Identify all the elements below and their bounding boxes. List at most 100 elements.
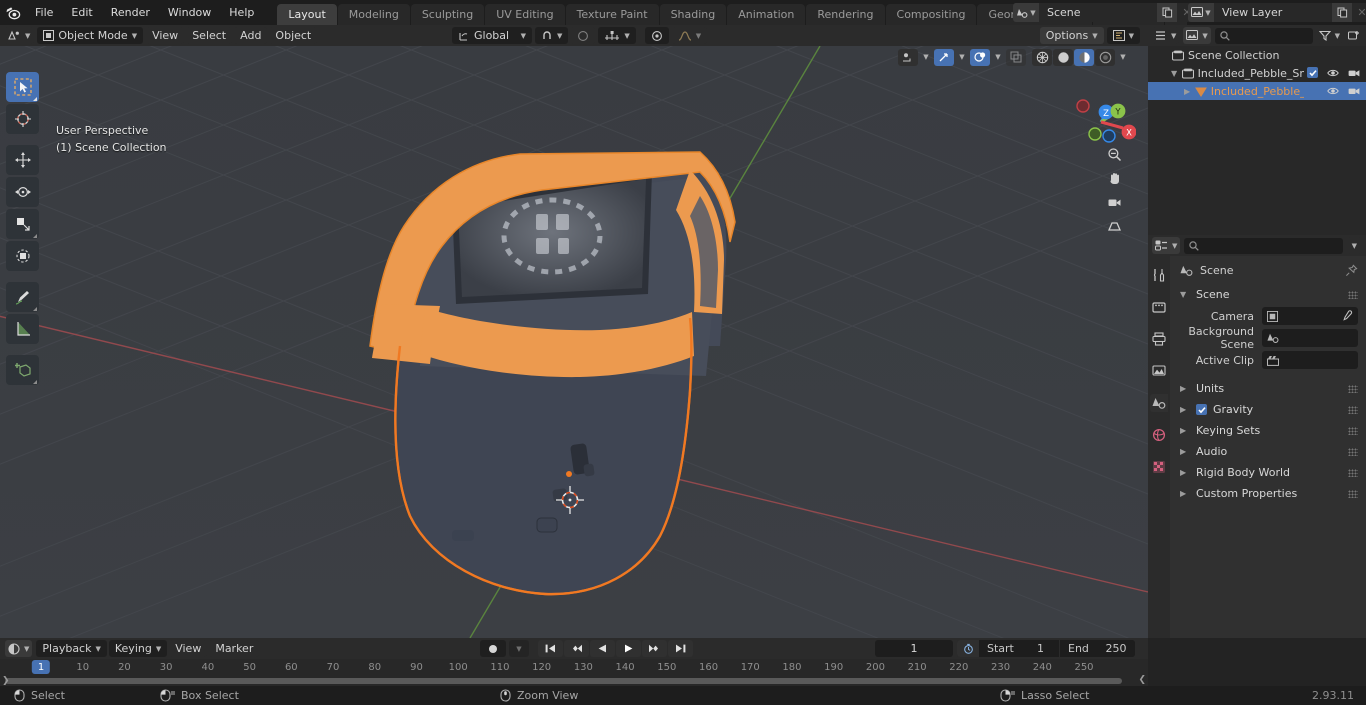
visibility-dropdown-icon[interactable]: ▼ xyxy=(920,49,932,66)
timeline-menu-marker[interactable]: Marker xyxy=(209,640,260,657)
outliner-row[interactable]: ▶ Included_Pebble_Smart_\ xyxy=(1148,82,1366,100)
gizmo-icon[interactable] xyxy=(934,48,954,66)
viewport-menu-view[interactable]: View xyxy=(146,27,185,44)
workspace-tab-shading[interactable]: Shading xyxy=(659,4,727,25)
prev-keyframe-icon[interactable] xyxy=(564,640,589,657)
x-icon[interactable]: ✕ xyxy=(1352,3,1366,22)
shading-dropdown-icon[interactable]: ▼ xyxy=(1117,49,1129,66)
workspace-tab-uv-editing[interactable]: UV Editing xyxy=(485,4,565,25)
menu-file[interactable]: File xyxy=(26,3,62,22)
eyedropper-icon[interactable] xyxy=(1341,310,1353,322)
duplicate-icon[interactable] xyxy=(1332,3,1352,22)
workspace-tab-modeling[interactable]: Modeling xyxy=(337,4,410,25)
output-printer-tab[interactable] xyxy=(1150,330,1168,348)
outliner-checkbox[interactable] xyxy=(1307,67,1318,80)
timeline-menu-view[interactable]: View xyxy=(169,640,208,657)
workspace-tab-animation[interactable]: Animation xyxy=(727,4,806,25)
render-camera-tab[interactable] xyxy=(1150,298,1168,316)
properties-editor-icon[interactable]: ▼ xyxy=(1152,237,1181,254)
viewport-options-icon[interactable]: ▼ xyxy=(1106,27,1140,44)
timeline-menu-playback[interactable]: Playback ▼ xyxy=(36,640,107,657)
camera-icon[interactable] xyxy=(1348,86,1360,96)
world-tab[interactable] xyxy=(1150,426,1168,444)
visibility-icon[interactable] xyxy=(898,48,918,66)
workspace-tab-sculpting[interactable]: Sculpting xyxy=(410,4,485,25)
cursor-tool[interactable] xyxy=(6,104,39,134)
shading-mode-wireframe[interactable] xyxy=(1032,48,1052,66)
view-layer-tab[interactable] xyxy=(1150,362,1168,380)
panel-gravity[interactable]: ▶ Gravity xyxy=(1170,399,1366,420)
property-field-active-clip[interactable] xyxy=(1262,351,1358,369)
panel-custom-properties[interactable]: ▶ Custom Properties xyxy=(1170,483,1366,504)
panel-keying-sets[interactable]: ▶ Keying Sets xyxy=(1170,420,1366,441)
chevron-right-icon[interactable]: ▶ xyxy=(1184,87,1191,96)
pin-icon[interactable] xyxy=(1345,264,1358,277)
start-frame-field[interactable]: Start 1 xyxy=(979,640,1059,657)
filter-icon[interactable]: ▼ xyxy=(1316,27,1342,44)
scroll-right-arrow-icon[interactable]: ❮ xyxy=(1138,675,1146,685)
falloff-curve-icon[interactable]: ▼ xyxy=(671,27,708,44)
panel-checkbox[interactable] xyxy=(1196,404,1207,415)
chevron-right-icon[interactable]: ▶ xyxy=(1180,405,1190,414)
chevron-down-icon[interactable]: ▼ xyxy=(1171,69,1178,78)
transform-tool[interactable] xyxy=(6,241,39,271)
duplicate-icon[interactable] xyxy=(1157,3,1177,22)
eye-icon[interactable] xyxy=(1327,86,1339,96)
timeline-editor-icon[interactable]: ▼ xyxy=(5,640,33,657)
view-layer-icon[interactable]: ▼ xyxy=(1188,3,1214,22)
shading-mode-rendered[interactable] xyxy=(1095,48,1115,66)
ortho-persp-icon[interactable] xyxy=(1104,216,1124,236)
gizmo-dropdown-icon[interactable]: ▼ xyxy=(956,49,968,66)
scene-selector[interactable]: ▼ Scene ✕ xyxy=(1013,3,1197,22)
scene-name-field[interactable]: Scene xyxy=(1039,3,1157,22)
options-button[interactable]: Options ▼ xyxy=(1039,27,1104,44)
menu-render[interactable]: Render xyxy=(102,3,159,22)
proportional-falloff-toggle[interactable] xyxy=(644,27,669,44)
viewlayer-selector[interactable]: ▼ View Layer ✕ xyxy=(1188,3,1366,22)
menu-window[interactable]: Window xyxy=(159,3,220,22)
editor-type-icon[interactable]: ▼ xyxy=(4,27,35,44)
property-field-background-scene[interactable] xyxy=(1262,329,1358,347)
texture-tab[interactable] xyxy=(1150,458,1168,476)
viewport-menu-select[interactable]: Select xyxy=(186,27,233,44)
record-dropdown-icon[interactable]: ▼ xyxy=(509,640,529,657)
shading-mode-material-preview[interactable] xyxy=(1074,48,1094,66)
panel-rigid-body-world[interactable]: ▶ Rigid Body World xyxy=(1170,462,1366,483)
camera-icon[interactable] xyxy=(1104,192,1124,212)
menu-edit[interactable]: Edit xyxy=(62,3,101,22)
workspace-tab-rendering[interactable]: Rendering xyxy=(806,4,885,25)
chevron-down-icon[interactable]: ▼ xyxy=(1180,290,1190,299)
viewlayer-name-field[interactable]: View Layer xyxy=(1214,3,1332,22)
viewport-menu-object[interactable]: Object xyxy=(269,27,318,44)
panel-units[interactable]: ▶ Units xyxy=(1170,378,1366,399)
outliner-filter-mode-icon[interactable]: ▼ xyxy=(1183,27,1211,44)
menu-help[interactable]: Help xyxy=(220,3,263,22)
play-reverse-icon[interactable] xyxy=(590,640,615,657)
current-frame-field[interactable]: 1 xyxy=(875,640,953,657)
scene-panel-header[interactable]: ▼ Scene xyxy=(1170,285,1366,304)
move-tool[interactable] xyxy=(6,145,39,175)
property-field-camera[interactable] xyxy=(1262,307,1358,325)
3d-viewport[interactable]: User Perspective (1) Scene Collection Z … xyxy=(0,46,1148,638)
timeline-ruler[interactable]: 10 20 30 40 50 60 70 80 90 100 110 120 130 140 150 160 1… xyxy=(0,659,1148,686)
eye-icon[interactable] xyxy=(1327,68,1339,78)
snap-icon[interactable]: ▼ xyxy=(535,27,569,44)
chevron-right-icon[interactable]: ▶ xyxy=(1180,447,1190,456)
navigation-gizmo[interactable]: Z Y X xyxy=(1066,74,1136,144)
scroll-left-arrow-icon[interactable]: ❯ xyxy=(2,676,10,686)
chevron-right-icon[interactable]: ▶ xyxy=(1180,384,1190,393)
outliner-row[interactable]: ▼ Included_Pebble_Smart_Watc xyxy=(1148,64,1366,82)
panel-audio[interactable]: ▶ Audio xyxy=(1170,441,1366,462)
timeline-scrollbar[interactable] xyxy=(5,678,1122,684)
pebble-smart-watch-object[interactable] xyxy=(0,46,1148,638)
properties-options-icon[interactable]: ▼ xyxy=(1346,237,1362,254)
proportional-edit-icon[interactable] xyxy=(571,27,596,44)
add-cube-tool[interactable] xyxy=(6,355,39,385)
rotate-tool[interactable] xyxy=(6,177,39,207)
scene-tab[interactable] xyxy=(1150,394,1168,412)
tool-tab[interactable] xyxy=(1150,266,1168,284)
outliner-display-icon[interactable]: ▼ xyxy=(1152,27,1180,44)
xray-icon[interactable] xyxy=(1006,48,1026,66)
workspace-tab-layout[interactable]: Layout xyxy=(277,4,337,25)
jump-start-icon[interactable] xyxy=(538,640,563,657)
